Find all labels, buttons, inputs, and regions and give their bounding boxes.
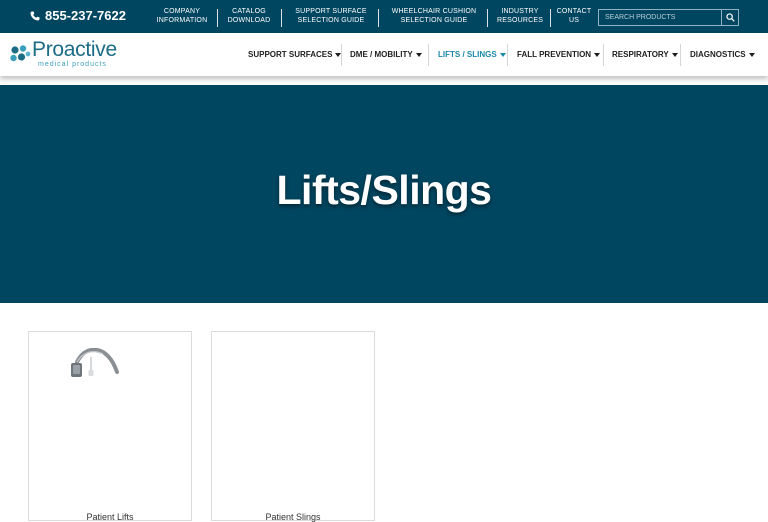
nav-label: FALL PREVENTION [517, 50, 592, 59]
top-separator [217, 9, 218, 27]
top-link-catalog-download[interactable]: CATALOG DOWNLOAD [224, 7, 274, 25]
top-link-line: CATALOG [232, 8, 266, 15]
top-link-wheelchair-cushion-guide[interactable]: WHEELCHAIR CUSHION SELECTION GUIDE [390, 7, 478, 25]
site-logo[interactable]: Proactive medical products [9, 39, 117, 69]
caret-down-icon [594, 52, 601, 57]
top-link-line: SELECTION GUIDE [400, 17, 468, 24]
patient-lift-image [71, 348, 119, 377]
search-box [598, 9, 739, 26]
page-hero: Lifts/Slings [0, 85, 768, 303]
top-separator [550, 9, 551, 27]
top-link-support-surface-guide[interactable]: SUPPORT SURFACE SELECTION GUIDE [292, 7, 370, 25]
top-link-line: SUPPORT SURFACE [295, 8, 367, 15]
nav-label: DME / MOBILITY [350, 50, 413, 59]
top-link-industry-resources[interactable]: INDUSTRY RESOURCES [497, 7, 543, 25]
nav-separator [603, 44, 604, 66]
search-icon [725, 13, 735, 22]
nav-respiratory[interactable]: RESPIRATORY [612, 50, 678, 59]
nav-dme-mobility[interactable]: DME / MOBILITY [350, 50, 422, 59]
phone-number: 855-237-7622 [45, 8, 126, 23]
caret-down-icon [748, 52, 755, 57]
top-bar: 855-237-7622 COMPANY INFORMATION CATALOG… [0, 0, 768, 33]
main-navigation: Proactive medical products SUPPORT SURFA… [0, 33, 768, 76]
top-link-line: SELECTION GUIDE [297, 17, 365, 24]
nav-diagnostics[interactable]: DIAGNOSTICS [690, 50, 755, 59]
nav-label: DIAGNOSTICS [690, 50, 746, 59]
top-separator [487, 9, 488, 27]
card-title: Patient Slings [265, 512, 321, 522]
page-title: Lifts/Slings [276, 167, 492, 213]
nav-fall-prevention[interactable]: FALL PREVENTION [517, 50, 601, 59]
search-input[interactable] [599, 10, 721, 25]
nav-separator [428, 44, 429, 66]
search-button[interactable] [721, 10, 738, 25]
top-link-line: US [568, 17, 580, 24]
top-link-line: COMPANY [163, 8, 201, 15]
phone-icon [30, 11, 40, 20]
top-link-line: CONTACT [556, 8, 592, 15]
category-card-patient-lifts[interactable]: Patient Lifts [28, 331, 192, 522]
caret-down-icon [415, 52, 422, 57]
nav-separator [341, 44, 342, 66]
top-separator [281, 9, 282, 27]
nav-label: RESPIRATORY [612, 50, 669, 59]
top-link-line: INFORMATION [156, 17, 208, 24]
nav-label: SUPPORT SURFACES [248, 50, 333, 59]
nav-separator [680, 44, 681, 66]
nav-support-surfaces[interactable]: SUPPORT SURFACES [248, 50, 342, 59]
top-link-line: DOWNLOAD [227, 17, 271, 24]
card-title: Patient Lifts [86, 512, 134, 522]
logo-mark-icon [10, 45, 31, 62]
brand-name: Proactive [32, 38, 117, 61]
caret-down-icon [671, 52, 678, 57]
top-link-line: INDUSTRY [501, 8, 539, 15]
top-link-company-information[interactable]: COMPANY INFORMATION [156, 7, 208, 25]
phone-link[interactable]: 855-237-7622 [30, 8, 126, 23]
nav-lifts-slings[interactable]: LIFTS / SLINGS [438, 50, 506, 59]
nav-separator [507, 44, 508, 66]
nav-label: LIFTS / SLINGS [438, 50, 497, 59]
top-link-line: RESOURCES [497, 17, 544, 24]
top-separator [378, 9, 379, 27]
brand-tagline: medical products [38, 61, 107, 68]
category-card-patient-slings[interactable]: Patient Slings [211, 331, 375, 522]
caret-down-icon [499, 52, 506, 57]
top-link-line: WHEELCHAIR CUSHION [391, 8, 477, 15]
top-link-contact-us[interactable]: CONTACT US [556, 7, 592, 25]
